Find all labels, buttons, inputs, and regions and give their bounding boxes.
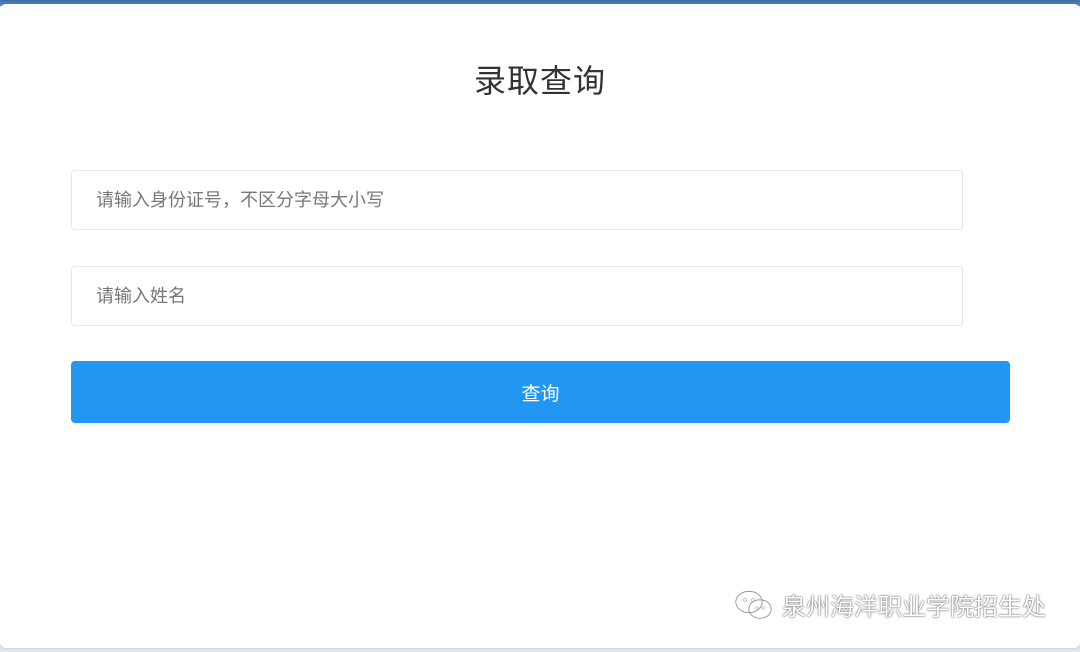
id-number-input[interactable] (72, 171, 962, 229)
wechat-icon (735, 590, 772, 619)
query-button[interactable]: 查询 (71, 361, 1010, 423)
name-field[interactable] (71, 266, 963, 326)
browser-frame: 录取查询 查询 泉州海洋职业学院招 (0, 0, 1080, 652)
name-input[interactable] (72, 267, 962, 325)
page-title: 录取查询 (473, 62, 606, 100)
watermark: 泉州海洋职业学院招生处 (734, 587, 1046, 622)
id-number-field[interactable] (71, 170, 963, 230)
watermark-text: 泉州海洋职业学院招生处 (782, 593, 1046, 621)
query-card: 录取查询 查询 泉州海洋职业学院招 (0, 4, 1080, 648)
